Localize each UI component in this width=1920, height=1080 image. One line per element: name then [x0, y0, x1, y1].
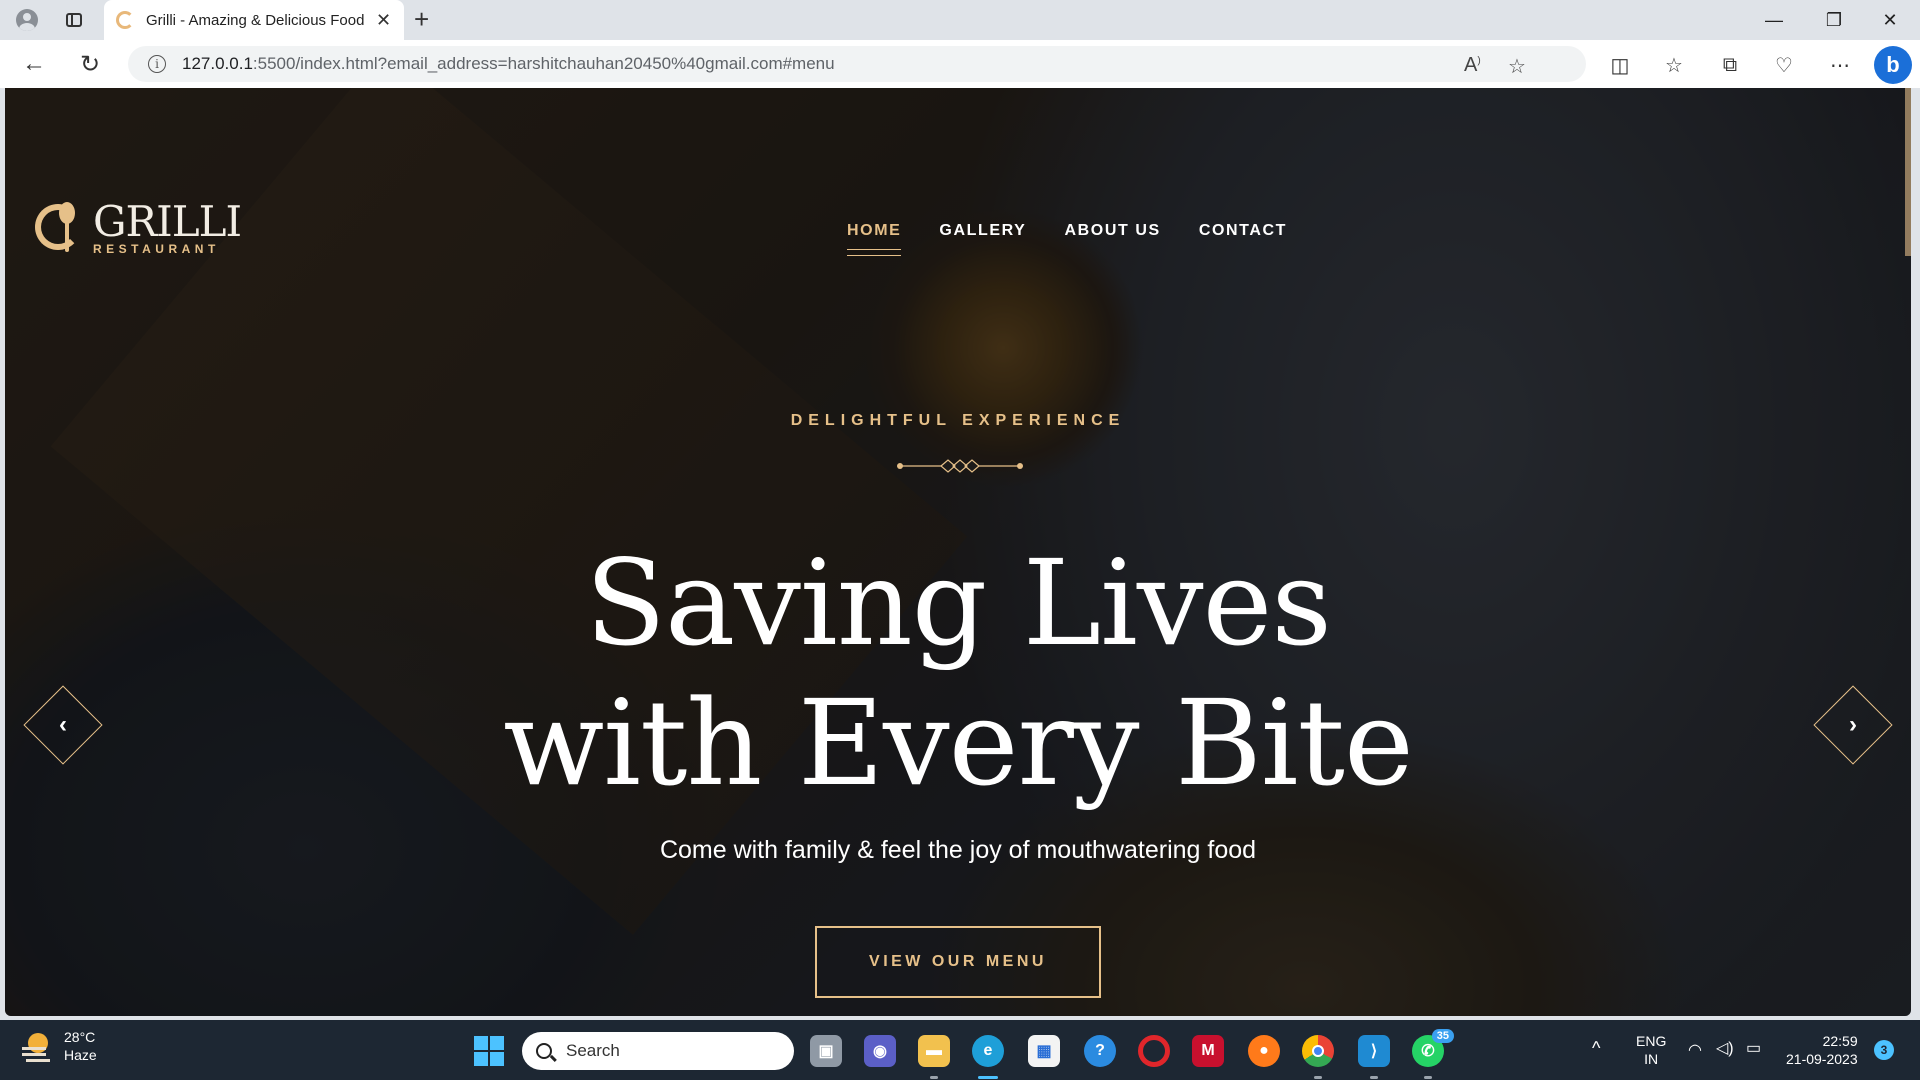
- back-button[interactable]: ←: [16, 48, 52, 80]
- battery-icon[interactable]: ▭: [1746, 1038, 1761, 1058]
- split-screen-icon[interactable]: ◫: [1606, 52, 1634, 78]
- show-hidden-icons-chevron-up-icon[interactable]: ^: [1592, 1038, 1600, 1059]
- bing-copilot-button[interactable]: b: [1874, 46, 1912, 84]
- ornament-separator: [897, 459, 1023, 473]
- logo-subtitle: RESTAURANT: [93, 242, 220, 256]
- url-text: 127.0.0.1:5500/index.html?email_address=…: [182, 54, 835, 73]
- browser-tab[interactable]: Grilli - Amazing & Delicious Food ✕: [104, 0, 404, 40]
- hero-eyebrow: DELIGHTFUL EXPERIENCE: [790, 412, 1126, 429]
- wifi-icon[interactable]: ◠: [1688, 1040, 1702, 1060]
- collections-icon[interactable]: ⧉: [1716, 52, 1744, 78]
- favorites-icon[interactable]: ☆: [1660, 52, 1688, 78]
- whatsapp-icon[interactable]: ✆ 35: [1412, 1029, 1454, 1079]
- hero-title-line-2: with Every Bite: [503, 674, 1414, 812]
- vscode-icon[interactable]: ⟩: [1358, 1035, 1390, 1079]
- whatsapp-badge: 35: [1431, 1029, 1454, 1043]
- profile-icon: [16, 9, 38, 31]
- tab-title: Grilli - Amazing & Delicious Food: [146, 11, 365, 29]
- view-menu-button[interactable]: VIEW OUR MENU: [815, 926, 1101, 998]
- weather-widget[interactable]: 28°C Haze: [20, 1028, 97, 1064]
- search-icon: [536, 1043, 552, 1059]
- clock[interactable]: 22:59 21-09-2023: [1786, 1032, 1858, 1068]
- task-view-icon[interactable]: ▣: [810, 1035, 842, 1067]
- logo-icon: [33, 200, 87, 254]
- scrollbar-thumb[interactable]: [1905, 88, 1911, 256]
- tab-actions-button[interactable]: [62, 9, 86, 31]
- firefox-icon[interactable]: ●: [1248, 1035, 1280, 1067]
- start-button[interactable]: [474, 1036, 504, 1066]
- address-bar[interactable]: i 127.0.0.1:5500/index.html?email_addres…: [128, 46, 1586, 82]
- minimize-button[interactable]: —: [1746, 0, 1802, 40]
- hero-text: Come with family & feel the joy of mouth…: [659, 836, 1257, 864]
- get-help-icon[interactable]: ?: [1084, 1035, 1116, 1067]
- browser-toolbar: ← ↻ i 127.0.0.1:5500/index.html?email_ad…: [0, 40, 1920, 88]
- logo-name: GRILLI: [93, 197, 242, 246]
- browser-tabbar: Grilli - Amazing & Delicious Food ✕ + — …: [0, 0, 1920, 40]
- weather-temp: 28°C: [64, 1029, 96, 1045]
- teams-chat-icon[interactable]: ◉: [864, 1035, 896, 1067]
- volume-icon[interactable]: ◁): [1716, 1038, 1734, 1058]
- tab-actions-icon: [66, 13, 82, 27]
- refresh-button[interactable]: ↻: [72, 48, 108, 80]
- page-viewport: GRILLI RESTAURANT HOME GALLERY ABOUT US …: [5, 88, 1911, 1016]
- main-navigation: HOME GALLERY ABOUT US CONTACT: [847, 222, 1287, 256]
- site-info-icon[interactable]: i: [148, 55, 166, 73]
- haze-weather-icon: [20, 1031, 50, 1061]
- nav-home[interactable]: HOME: [847, 222, 902, 256]
- windows-taskbar: 28°C Haze Search ▣ ◉ ▬ e ▦ ? M ● ⟩ ✆ 35 ^…: [0, 1020, 1920, 1080]
- hero-title-line-1: Saving Lives: [585, 534, 1332, 672]
- grilli-favicon-icon: [116, 11, 134, 29]
- chevron-right-icon: ›: [1849, 711, 1857, 738]
- close-window-button[interactable]: ✕: [1862, 0, 1918, 40]
- notifications-badge[interactable]: 3: [1874, 1040, 1894, 1060]
- chevron-left-icon: ‹: [59, 711, 67, 738]
- browser-essentials-icon[interactable]: ♡: [1770, 52, 1798, 78]
- favorite-star-icon[interactable]: ☆: [1508, 54, 1526, 79]
- weather-desc: Haze: [64, 1047, 97, 1063]
- file-explorer-icon[interactable]: ▬: [918, 1035, 950, 1079]
- new-tab-button[interactable]: +: [414, 5, 429, 33]
- nav-contact[interactable]: CONTACT: [1199, 222, 1287, 240]
- opera-icon[interactable]: [1138, 1035, 1170, 1067]
- restore-button[interactable]: ❐: [1806, 0, 1862, 40]
- chrome-icon[interactable]: [1302, 1035, 1334, 1079]
- taskbar-search[interactable]: Search: [522, 1032, 794, 1070]
- close-tab-icon[interactable]: ✕: [376, 10, 391, 31]
- taskbar-search-label: Search: [566, 1041, 620, 1060]
- profile-button[interactable]: [12, 6, 42, 34]
- site-logo[interactable]: GRILLI RESTAURANT: [33, 197, 242, 256]
- language-indicator[interactable]: ENG IN: [1636, 1032, 1666, 1068]
- microsoft-store-icon[interactable]: ▦: [1028, 1035, 1060, 1067]
- hero-title: Saving Lives with Every Bite: [5, 533, 1911, 813]
- mcafee-icon[interactable]: M: [1192, 1035, 1224, 1067]
- nav-gallery[interactable]: GALLERY: [939, 222, 1026, 240]
- edge-browser-icon[interactable]: e: [972, 1035, 1004, 1079]
- nav-about-us[interactable]: ABOUT US: [1064, 222, 1160, 240]
- more-options-icon[interactable]: ⋯: [1826, 52, 1854, 78]
- read-aloud-icon[interactable]: A): [1464, 54, 1481, 77]
